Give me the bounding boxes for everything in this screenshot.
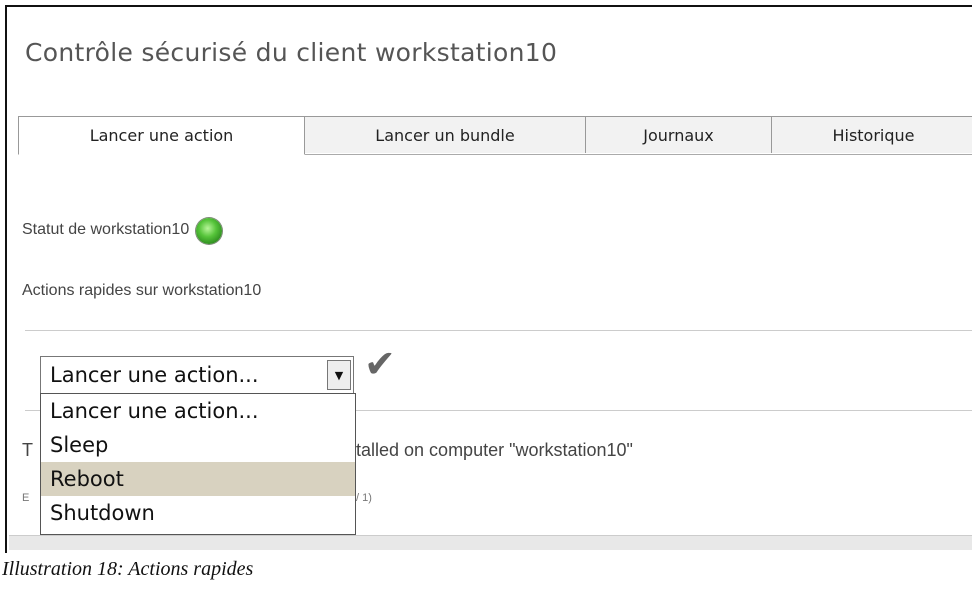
status-label: Statut de workstation10 — [22, 221, 190, 238]
action-dropdown-list: Lancer une action... Sleep Reboot Shutdo… — [40, 393, 356, 535]
action-select[interactable]: Lancer une action... ▼ — [40, 356, 354, 394]
dropdown-option-default[interactable]: Lancer une action... — [41, 394, 355, 428]
background-text-start: T — [22, 440, 33, 460]
tab-journaux[interactable]: Journaux — [585, 116, 772, 153]
divider — [25, 330, 972, 331]
tab-bar: Lancer une action Lancer un bundle Journ… — [18, 116, 972, 155]
tab-lancer-un-bundle[interactable]: Lancer un bundle — [304, 116, 586, 153]
tab-lancer-une-action[interactable]: Lancer une action — [18, 116, 305, 155]
action-select-value: Lancer une action... — [50, 363, 259, 387]
dropdown-arrow-icon[interactable]: ▼ — [327, 360, 351, 390]
background-text-rest: talled on computer "workstation10" — [356, 440, 633, 460]
status-led-icon — [196, 218, 223, 244]
dropdown-option-shutdown[interactable]: Shutdown — [41, 496, 355, 530]
tab-historique[interactable]: Historique — [771, 116, 972, 153]
quick-actions-title: Actions rapides sur workstation10 — [22, 282, 262, 299]
dropdown-option-sleep[interactable]: Sleep — [41, 428, 355, 462]
bottom-bar — [9, 535, 972, 550]
background-small-text-start: E — [22, 492, 30, 504]
dropdown-option-reboot[interactable]: Reboot — [41, 462, 355, 496]
background-small-text-rest: / 1) — [356, 492, 372, 504]
checkmark-icon[interactable]: ✔ — [364, 342, 396, 386]
page-title: Contrôle sécurisé du client workstation1… — [25, 38, 558, 67]
status-line: Statut de workstation10 — [22, 216, 223, 244]
figure-caption: Illustration 18: Actions rapides — [2, 558, 254, 580]
